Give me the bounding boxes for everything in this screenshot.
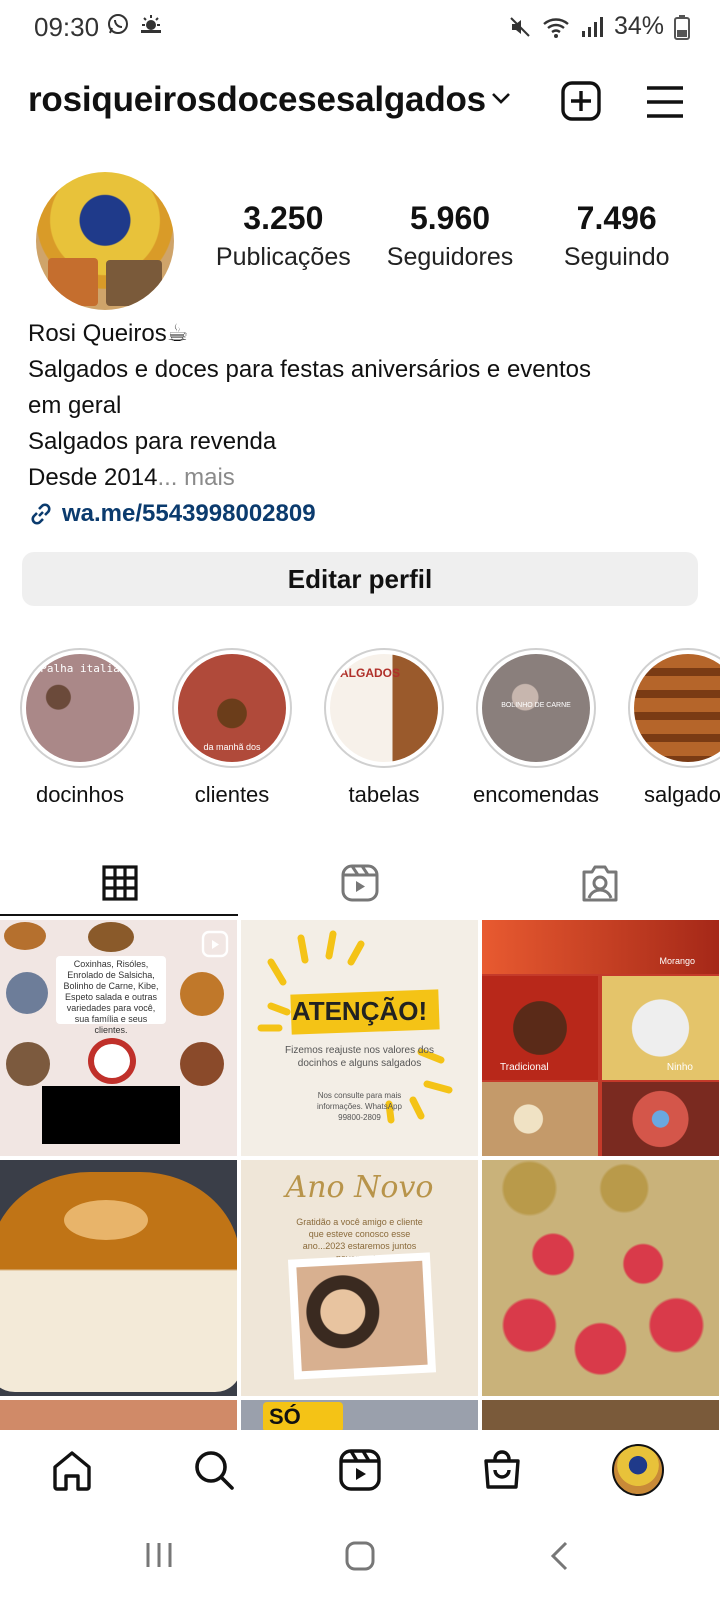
post-photo: [296, 1260, 428, 1372]
active-tab-indicator: [0, 914, 238, 916]
profile-tabs: [0, 850, 720, 916]
bottom-navigation: [0, 1430, 720, 1512]
highlight-label: encomendas: [473, 782, 599, 807]
profile-avatar[interactable]: [36, 172, 174, 310]
post-label: Tradicional: [500, 1062, 549, 1073]
nav-home[interactable]: [46, 1444, 98, 1496]
highlight-clientes[interactable]: da manhã dos clientes: [168, 648, 296, 808]
mute-icon: [508, 15, 532, 39]
create-post-icon[interactable]: [560, 80, 602, 122]
bio-external-link[interactable]: wa.me/5543998002809: [28, 496, 698, 532]
battery-percent: 34%: [613, 12, 664, 40]
status-bar: 09:30 34%: [0, 0, 720, 54]
bio-link-text[interactable]: wa.me/5543998002809: [62, 496, 316, 532]
signal-icon: [580, 15, 604, 39]
nav-shop[interactable]: [476, 1444, 528, 1496]
stat-value: 3.250: [243, 200, 324, 236]
nav-reels[interactable]: [334, 1444, 386, 1496]
hamburger-menu-icon[interactable]: [644, 82, 686, 122]
highlight-image: BOLINHO DE CARNE: [482, 654, 590, 762]
recent-apps-icon[interactable]: [144, 1540, 174, 1575]
highlight-salgados[interactable]: salgados: [624, 648, 720, 808]
story-highlights: Palha italia docinhos da manhã dos clien…: [0, 648, 720, 808]
profile-bio: Rosi Queiros☕ Salgados e doces para fest…: [28, 316, 698, 532]
posts-grid: Coxinhas, Risóles, Enrolado de Salsicha,…: [0, 920, 720, 1430]
status-time: 09:30: [34, 12, 100, 42]
post-thumbnail[interactable]: [482, 1400, 719, 1430]
search-icon: [192, 1448, 236, 1492]
highlight-label: clientes: [194, 782, 270, 807]
post-footer-text: Nos consulte para mais informações. What…: [317, 1091, 402, 1122]
highlight-image: da manhã dos: [178, 654, 286, 762]
reels-icon: [340, 863, 380, 903]
reel-indicator-icon: [201, 930, 229, 963]
stat-value: 5.960: [409, 200, 491, 236]
nav-profile[interactable]: [612, 1444, 664, 1496]
post-thumbnail[interactable]: [0, 1160, 237, 1396]
back-icon[interactable]: [548, 1540, 572, 1577]
highlight-tabelas[interactable]: ALGADOS tabelas: [320, 648, 448, 808]
post-thumbnail[interactable]: SÓ: [241, 1400, 478, 1430]
post-label: Morango: [659, 956, 695, 966]
chevron-down-icon[interactable]: [490, 90, 512, 106]
highlight-encomendas[interactable]: BOLINHO DE CARNE encomendas: [472, 648, 600, 808]
post-title: ATENÇÃO!: [291, 996, 428, 1026]
post-thumbnail[interactable]: [0, 1400, 237, 1430]
stat-label: Seguidores: [386, 243, 514, 271]
stat-followers[interactable]: 5.960 Seguidores: [367, 200, 534, 272]
bio-more-link[interactable]: ... mais: [157, 464, 234, 491]
tagged-user-icon: [580, 863, 620, 903]
account-username[interactable]: rosiqueirosdocesesalgados: [28, 80, 486, 120]
wifi-icon: [542, 15, 570, 39]
post-thumbnail[interactable]: Ano Novo Gratidão a você amigo e cliente…: [241, 1160, 478, 1396]
bio-line: em geral: [28, 392, 122, 419]
post-title: Ano Novo: [285, 1170, 434, 1205]
stat-posts[interactable]: 3.250 Publicações: [200, 200, 367, 272]
tab-tagged[interactable]: [480, 850, 720, 916]
edit-profile-button[interactable]: Editar perfil: [22, 552, 698, 606]
bio-line: Salgados para revenda: [28, 428, 277, 455]
highlight-label: salgados: [643, 782, 720, 807]
home-button-icon[interactable]: [344, 1540, 376, 1577]
profile-header: rosiqueirosdocesesalgados: [0, 70, 720, 134]
stat-following[interactable]: 7.496 Seguindo: [533, 200, 700, 272]
post-thumbnail[interactable]: Coxinhas, Risóles, Enrolado de Salsicha,…: [0, 920, 237, 1156]
whatsapp-icon: [106, 12, 130, 36]
nav-search[interactable]: [188, 1444, 240, 1496]
home-icon: [50, 1448, 94, 1492]
post-thumbnail[interactable]: [482, 1160, 719, 1396]
post-body-text: Fizemos reajuste nos valores dos docinho…: [285, 1045, 434, 1069]
tab-posts-grid[interactable]: [0, 850, 240, 916]
highlight-label: docinhos: [35, 782, 125, 807]
post-label: SÓ: [263, 1402, 343, 1430]
system-navigation-bar: [0, 1512, 720, 1600]
highlight-image: [634, 654, 720, 762]
stat-label: Publicações: [215, 243, 351, 271]
stat-label: Seguindo: [563, 243, 670, 271]
post-thumbnail[interactable]: Morango Tradicional Ninho: [482, 920, 719, 1156]
post-label: Ninho: [666, 1062, 693, 1073]
link-icon: [28, 501, 54, 527]
post-caption-text: Coxinhas, Risóles, Enrolado de Salsicha,…: [56, 956, 166, 1035]
stat-value: 7.496: [576, 200, 657, 236]
reels-icon: [338, 1448, 382, 1492]
profile-stats: 3.250 Publicações 5.960 Seguidores 7.496…: [200, 200, 700, 272]
tab-reels[interactable]: [240, 850, 480, 916]
shopping-bag-icon: [480, 1448, 524, 1492]
highlight-label: tabelas: [348, 782, 420, 807]
highlight-docinhos[interactable]: Palha italia docinhos: [16, 648, 144, 808]
battery-icon: [674, 14, 690, 40]
profile-name: Rosi Queiros☕: [28, 320, 189, 347]
bio-line: Desde 2014: [28, 464, 158, 491]
highlight-image: Palha italia: [26, 654, 134, 762]
profile-avatar-icon: [612, 1444, 664, 1496]
grid-icon: [101, 864, 139, 902]
bio-line: Salgados e doces para festas aniversário…: [28, 356, 592, 383]
post-thumbnail[interactable]: ATENÇÃO! Fizemos reajuste nos valores do…: [241, 920, 478, 1156]
weather-icon: [138, 12, 164, 36]
highlight-image: ALGADOS: [330, 654, 438, 762]
